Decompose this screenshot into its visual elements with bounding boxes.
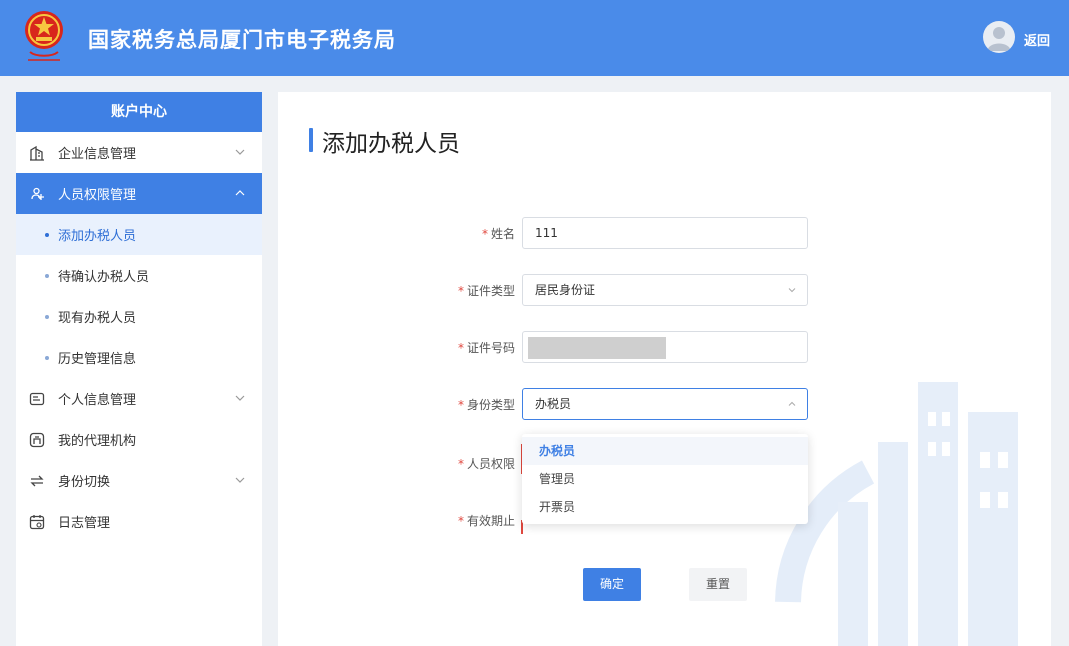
identity-type-label: * 身份类型 [457, 398, 515, 412]
name-input[interactable]: 111 [522, 217, 808, 249]
sidebar-item-label: 日志管理 [58, 516, 111, 531]
user-avatar-icon[interactable] [983, 21, 1015, 53]
sidebar-subitem-pending-staff[interactable]: 待确认办税人员 [16, 255, 262, 296]
sidebar-subitem-label: 添加办税人员 [58, 229, 137, 244]
tax-emblem-icon [25, 11, 63, 61]
form-row-name: * 姓名 111 [428, 217, 808, 249]
sidebar-item-my-agency[interactable]: 我的代理机构 [16, 419, 262, 460]
dropdown-option-tax-staff[interactable]: 办税员 [522, 437, 808, 465]
chevron-down-icon [235, 395, 245, 401]
sidebar-subitem-label: 待确认办税人员 [58, 270, 150, 285]
id-number-label: * 证件号码 [457, 341, 515, 355]
id-card-icon [28, 390, 46, 408]
identity-type-dropdown: 办税员 管理员 开票员 [522, 434, 808, 524]
valid-until-label: * 有效期止 [457, 514, 515, 528]
name-label: * 姓名 [481, 227, 515, 241]
sidebar-item-label: 企业信息管理 [58, 147, 137, 162]
confirm-button[interactable]: 确定 [583, 568, 641, 601]
people-permission-icon [28, 185, 46, 203]
sidebar-item-personal-info[interactable]: 个人信息管理 [16, 378, 262, 419]
title-accent-bar [309, 128, 313, 152]
sidebar-subitem-history[interactable]: 历史管理信息 [16, 337, 262, 378]
chevron-down-icon [235, 149, 245, 155]
id-type-select[interactable]: 居民身份证 [522, 274, 808, 306]
page-title: 添加办税人员 [322, 131, 460, 157]
back-button[interactable]: 返回 [1024, 30, 1050, 49]
chevron-down-icon [235, 477, 245, 483]
permission-label: * 人员权限 [457, 457, 515, 471]
sidebar-subitem-existing-staff[interactable]: 现有办税人员 [16, 296, 262, 337]
id-type-value: 居民身份证 [535, 283, 596, 297]
reset-button[interactable]: 重置 [689, 568, 747, 601]
sidebar-item-label: 身份切换 [58, 475, 111, 490]
sidebar-subitem-add-tax-staff[interactable]: 添加办税人员 [16, 214, 262, 255]
calendar-log-icon [28, 513, 46, 531]
form-row-identity-type: * 身份类型 办税员 [428, 388, 808, 420]
building-icon [28, 144, 46, 162]
sidebar-item-log-management[interactable]: 日志管理 [16, 501, 262, 542]
dropdown-option-invoicer[interactable]: 开票员 [522, 493, 808, 521]
sidebar-item-label: 个人信息管理 [58, 393, 137, 408]
chevron-down-icon [788, 288, 796, 293]
sidebar-item-permission-management[interactable]: 人员权限管理 [16, 173, 262, 214]
id-number-input[interactable] [522, 331, 808, 363]
sidebar: 账户中心 企业信息管理 人员权限管理 添加办税人员 待确认办税人员 现有办税人员… [16, 92, 262, 646]
sidebar-title: 账户中心 [16, 92, 262, 132]
agency-icon [28, 431, 46, 449]
sidebar-item-label: 我的代理机构 [58, 434, 137, 449]
identity-type-value: 办税员 [535, 397, 572, 411]
chevron-up-icon [788, 401, 796, 406]
switch-icon [28, 472, 46, 490]
sidebar-subitem-label: 现有办税人员 [58, 311, 137, 326]
chevron-up-icon [235, 190, 245, 196]
sidebar-item-company-info[interactable]: 企业信息管理 [16, 132, 262, 173]
identity-type-select[interactable]: 办税员 [522, 388, 808, 420]
sidebar-item-label: 人员权限管理 [58, 188, 137, 203]
form-row-id-type: * 证件类型 居民身份证 [428, 274, 808, 306]
id-type-label: * 证件类型 [457, 284, 515, 298]
main-panel: 添加办税人员 * 姓名 111 * 证件类型 居民身份证 * 证件号码 * 身份类型 办… [278, 92, 1051, 646]
site-title: 国家税务总局厦门市电子税务局 [88, 28, 396, 52]
redacted-mask [528, 337, 666, 359]
dropdown-option-admin[interactable]: 管理员 [522, 465, 808, 493]
sidebar-item-identity-switch[interactable]: 身份切换 [16, 460, 262, 501]
sidebar-subitem-label: 历史管理信息 [58, 352, 137, 367]
form-row-id-number: * 证件号码 [428, 331, 808, 363]
top-header: 国家税务总局厦门市电子税务局 返回 [0, 0, 1069, 76]
